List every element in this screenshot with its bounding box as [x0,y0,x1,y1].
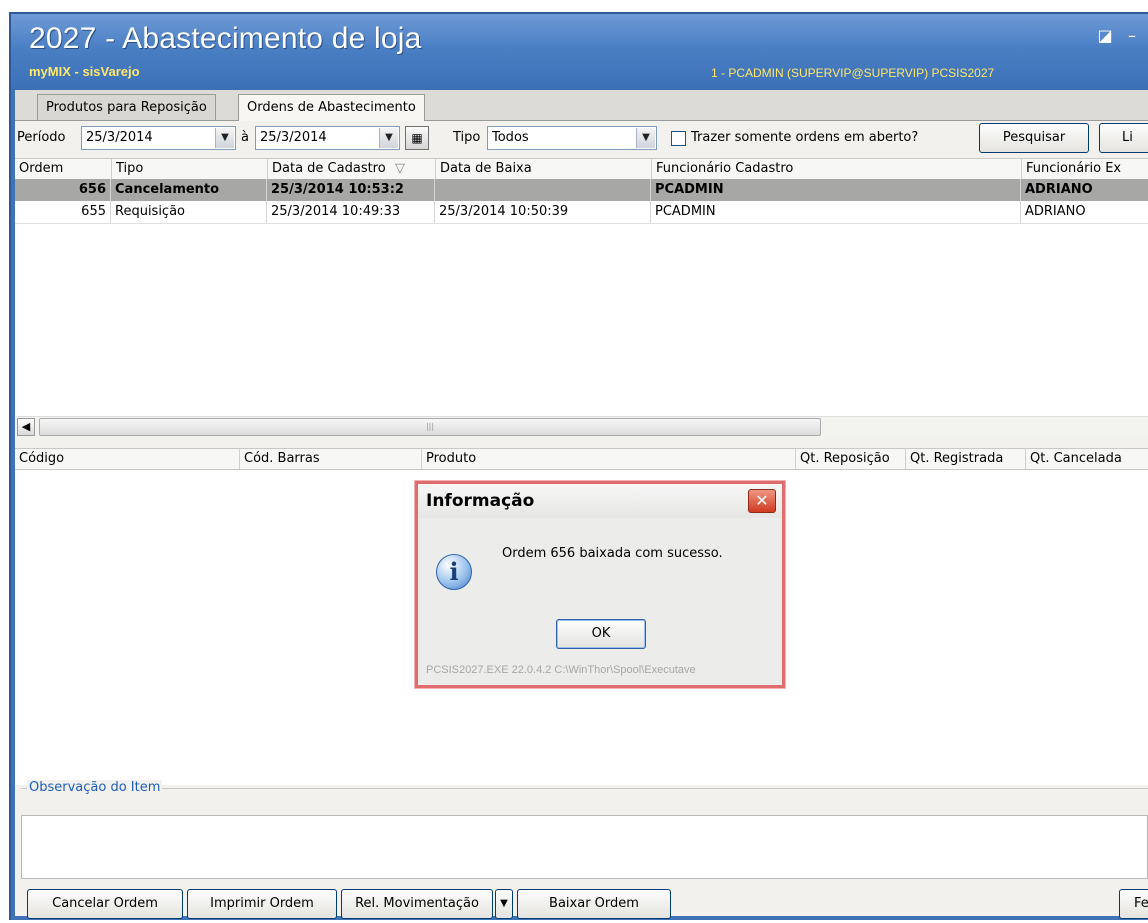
cell-func-ex: ADRIANO [1021,179,1148,201]
chevron-down-icon[interactable]: ▼ [379,128,398,148]
somente-abertas-label: Trazer somente ordens em aberto? [691,130,919,145]
col-qt-reposicao[interactable]: Qt. Reposição [795,449,905,469]
imprimir-ordem-button[interactable]: Imprimir Ordem [187,889,337,919]
col-data-cadastro[interactable]: Data de Cadastro [267,159,391,179]
dialog-title: Informação [418,484,782,518]
ok-button-label: OK [591,626,611,641]
cell-func-cadastro: PCADMIN [651,179,1021,201]
chevron-down-icon[interactable]: ▼ [215,128,234,148]
dialog-message: Ordem 656 baixada com sucesso. [502,546,723,561]
cell-tipo: Requisição [111,201,267,223]
minimize-icon[interactable]: – [1123,28,1141,44]
baixar-ordem-label: Baixar Ordem [549,896,639,911]
chevron-down-icon[interactable]: ▼ [495,889,513,919]
col-tipo[interactable]: Tipo [111,159,267,179]
pesquisar-button-label: Pesquisar [1002,130,1066,145]
cell-func-ex: ADRIANO [1021,201,1148,223]
info-dialog: Informação ✕ i Ordem 656 baixada com suc… [415,481,785,688]
col-data-baixa[interactable]: Data de Baixa [435,159,651,179]
orders-grid-empty [15,224,1148,416]
tab-strip: Produtos para Reposição Ordens de Abaste… [15,90,1148,121]
data-fim-value: 25/3/2014 [260,130,327,145]
ok-button[interactable]: OK [556,619,646,649]
cell-data-baixa [435,179,651,201]
app-subtitle: myMIX - sisVarejo [29,64,140,79]
col-ordem[interactable]: Ordem [15,159,111,179]
data-fim-picker[interactable]: 25/3/2014 ▼ [255,126,400,150]
tipo-select-value: Todos [492,130,529,145]
data-inicio-picker[interactable]: 25/3/2014 ▼ [81,126,236,150]
cell-data-cadastro: 25/3/2014 10:49:33 [267,201,435,223]
orders-hscrollbar[interactable]: ◀ ||| [17,416,1148,437]
col-cod-barras[interactable]: Cód. Barras [239,449,421,469]
cell-func-cadastro: PCADMIN [651,201,1021,223]
fechar-button[interactable]: Fe [1119,889,1148,919]
rel-movimentacao-button[interactable]: Rel. Movimentação [341,889,493,919]
orders-grid-header: Ordem Tipo Data de Cadastro ▽ Data de Ba… [15,158,1148,180]
cell-ordem: 655 [15,201,111,223]
observacao-textarea[interactable] [21,815,1148,879]
scroll-thumb[interactable]: ||| [39,418,821,436]
rel-movimentacao-label: Rel. Movimentação [355,896,479,911]
items-grid-header: Código Cód. Barras Produto Qt. Reposição… [15,448,1148,470]
title-bar: 2027 - Abastecimento de loja myMIX - sis… [11,14,1148,90]
cancelar-ordem-button[interactable]: Cancelar Ordem [27,889,183,919]
limpar-button[interactable]: Li [1099,123,1148,153]
table-row[interactable]: 656 Cancelamento 25/3/2014 10:53:2 PCADM… [15,179,1148,201]
a-label: à [241,130,249,145]
col-qt-registrada[interactable]: Qt. Registrada [905,449,1025,469]
tab-produtos-reposicao[interactable]: Produtos para Reposição [37,94,216,120]
chevron-down-icon[interactable]: ▼ [636,128,655,148]
cell-data-cadastro: 25/3/2014 10:53:2 [267,179,435,201]
dialog-status-text: PCSIS2027.EXE 22.0.4.2 C:\WinThor\Spool\… [426,664,696,676]
col-qt-cancelada[interactable]: Qt. Cancelada [1025,449,1148,469]
baixar-ordem-button[interactable]: Baixar Ordem [517,889,671,919]
app-title: 2027 - Abastecimento de loja [29,22,422,55]
col-func-ex[interactable]: Funcionário Ex [1021,159,1148,179]
periodo-label: Período [17,130,66,145]
scroll-left-icon[interactable]: ◀ [17,418,35,436]
tipo-select[interactable]: Todos ▼ [487,126,657,150]
cell-ordem: 656 [15,179,111,201]
cell-tipo: Cancelamento [111,179,267,201]
restore-icon[interactable]: ◪ [1096,28,1114,44]
col-codigo[interactable]: Código [15,449,239,469]
cell-data-baixa: 25/3/2014 10:50:39 [435,201,651,223]
calendar-icon[interactable]: ▦ [405,126,429,150]
fechar-label: Fe [1134,896,1148,911]
tab-ordens-abastecimento[interactable]: Ordens de Abastecimento [238,94,425,121]
imprimir-ordem-label: Imprimir Ordem [210,896,314,911]
sort-desc-icon: ▽ [395,161,405,176]
observacao-legend: Observação do Item [27,780,163,795]
observacao-group: Observação do Item [21,780,1148,879]
main-window: 2027 - Abastecimento de loja myMIX - sis… [9,12,1148,920]
filter-bar: Período 25/3/2014 ▼ à 25/3/2014 ▼ ▦ Tipo… [15,120,1148,156]
info-icon: i [436,554,472,590]
col-produto[interactable]: Produto [421,449,795,469]
table-row[interactable]: 655 Requisição 25/3/2014 10:49:33 25/3/2… [15,201,1148,224]
footer-bar: Cancelar Ordem Imprimir Ordem Rel. Movim… [15,882,1148,922]
col-func-cadastro[interactable]: Funcionário Cadastro [651,159,1021,179]
pesquisar-button[interactable]: Pesquisar [979,123,1089,153]
limpar-button-label: Li [1122,130,1133,145]
data-inicio-value: 25/3/2014 [86,130,153,145]
close-icon[interactable]: ✕ [748,489,776,513]
user-info: 1 - PCADMIN (SUPERVIP@SUPERVIP) PCSIS202… [711,66,995,80]
tipo-label: Tipo [453,130,481,145]
somente-abertas-checkbox[interactable] [671,131,686,146]
cancelar-ordem-label: Cancelar Ordem [52,896,158,911]
